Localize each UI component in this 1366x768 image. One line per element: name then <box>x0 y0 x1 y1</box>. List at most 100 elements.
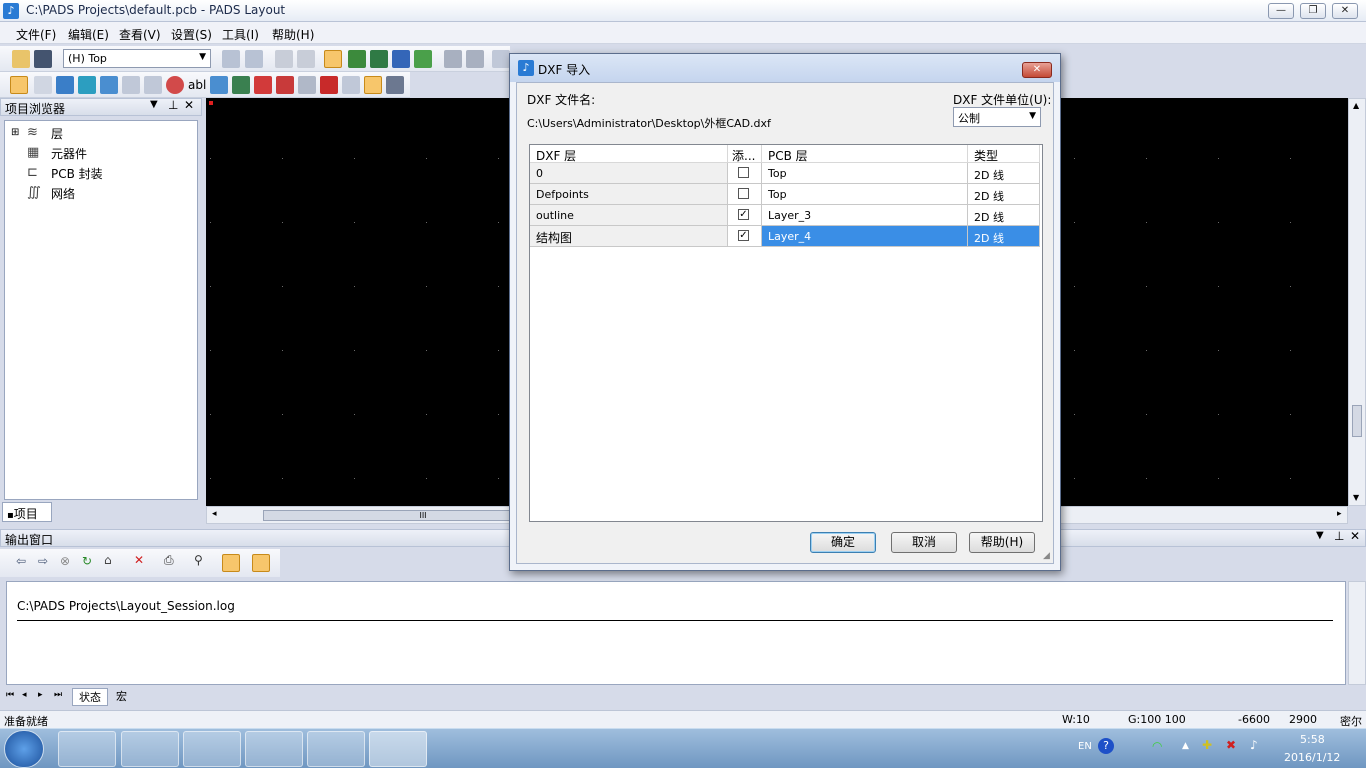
paint-taskbar-icon[interactable] <box>307 731 365 767</box>
col-dxf-layer[interactable]: DXF 层 <box>530 145 728 163</box>
row-1-pcb[interactable]: Top <box>762 184 968 205</box>
select-union-icon[interactable] <box>320 76 338 94</box>
explorer-taskbar-icon[interactable] <box>58 731 116 767</box>
scroll-right-icon[interactable]: ▸ <box>1337 509 1342 519</box>
row-3-pcb[interactable]: Layer_4 <box>762 226 968 247</box>
save-icon[interactable] <box>34 50 52 68</box>
expand-icon[interactable]: ⊞ <box>11 127 19 138</box>
select-error-icon[interactable] <box>254 76 272 94</box>
output-scrollbar[interactable] <box>1348 581 1366 685</box>
drafting-toolbar-icon[interactable] <box>348 50 366 68</box>
home-icon[interactable]: ⌂ <box>104 553 112 567</box>
dialog-close-button[interactable]: ✕ <box>1022 62 1052 78</box>
select-layer-icon[interactable] <box>56 76 74 94</box>
arrow-left-icon[interactable]: ⇦ <box>16 554 26 568</box>
select-cluster-icon[interactable] <box>298 76 316 94</box>
vertical-scrollbar[interactable]: ▲ ▼ <box>1348 98 1366 506</box>
tree-item-components[interactable]: 元器件 <box>51 145 87 162</box>
menu-file[interactable]: 文件(F) <box>16 26 56 43</box>
tab-project[interactable]: ▪项目 <box>2 502 52 522</box>
tree-item-nets[interactable]: 网络 <box>51 185 75 202</box>
volume-icon[interactable]: ♪ <box>1250 738 1258 752</box>
row-3-type[interactable]: 2D 线 <box>968 226 1040 247</box>
select-anything-icon[interactable] <box>364 76 382 94</box>
zoom-icon[interactable] <box>492 50 510 68</box>
scroll-down-icon[interactable]: ▼ <box>1353 493 1359 502</box>
close-button[interactable]: ✕ <box>1332 3 1358 19</box>
clock-time[interactable]: 5:58 <box>1300 733 1325 746</box>
print-icon[interactable]: ⎙ <box>164 553 174 568</box>
prev-tab-icon[interactable]: ◂ <box>22 690 27 700</box>
cancel-button[interactable]: 取消 <box>891 532 957 553</box>
chevron-down-icon[interactable]: ▼ <box>150 99 158 110</box>
row-0-checkbox[interactable] <box>738 167 749 178</box>
select-via-icon[interactable] <box>122 76 140 94</box>
redo-icon[interactable] <box>466 50 484 68</box>
menu-help[interactable]: 帮助(H) <box>272 26 314 43</box>
unlock-icon[interactable] <box>297 50 315 68</box>
network-error-icon[interactable]: ✖ <box>1226 738 1236 752</box>
layout-editor-taskbar-icon[interactable] <box>245 731 303 767</box>
layer-select[interactable]: (H) Top ▼ <box>63 49 211 68</box>
undo-icon[interactable] <box>444 50 462 68</box>
stop-icon[interactable]: ⊗ <box>60 554 70 568</box>
select-drill-icon[interactable] <box>342 76 360 94</box>
input-language[interactable]: EN <box>1078 741 1092 752</box>
row-1-type[interactable]: 2D 线 <box>968 184 1040 205</box>
select-component-icon[interactable] <box>34 76 52 94</box>
first-tab-icon[interactable]: ⏮ <box>6 690 14 700</box>
redraw-icon[interactable] <box>245 50 263 68</box>
pads-taskbar-icon[interactable] <box>369 731 427 767</box>
row-0-type[interactable]: 2D 线 <box>968 163 1040 184</box>
select-pin-icon[interactable] <box>100 76 118 94</box>
tree-item-layers[interactable]: 层 <box>51 125 63 142</box>
row-1-checkbox[interactable] <box>738 188 749 199</box>
row-0-pcb[interactable]: Top <box>762 163 968 184</box>
vertical-scroll-thumb[interactable] <box>1352 405 1362 437</box>
menu-edit[interactable]: 编辑(E) <box>68 26 109 43</box>
uc-browser-taskbar-icon[interactable] <box>121 731 179 767</box>
tray-expand-icon[interactable]: ▲ <box>1182 741 1189 751</box>
minimize-button[interactable]: — <box>1268 3 1294 19</box>
select-tie-icon[interactable] <box>276 76 294 94</box>
col-add[interactable]: 添... <box>728 145 762 163</box>
restore-button[interactable]: ❐ <box>1300 3 1326 19</box>
grid-view-icon[interactable] <box>252 554 270 572</box>
route-icon[interactable] <box>392 50 410 68</box>
select-shape-icon[interactable] <box>144 76 162 94</box>
row-2-checkbox[interactable]: ✓ <box>738 209 749 220</box>
help-icon[interactable]: ? <box>1098 738 1114 754</box>
delete-icon[interactable]: ✕ <box>134 553 144 567</box>
ok-button[interactable]: 确定 <box>810 532 876 553</box>
unit-select[interactable]: 公制 ▼ <box>953 107 1041 127</box>
find-icon[interactable]: ⚲ <box>194 553 203 567</box>
resize-grip-icon[interactable]: ◢ <box>1043 551 1050 561</box>
lock-icon[interactable] <box>275 50 293 68</box>
row-2-pcb[interactable]: Layer_3 <box>762 205 968 226</box>
row-3-checkbox[interactable]: ✓ <box>738 230 749 241</box>
help-button[interactable]: 帮助(H) <box>969 532 1035 553</box>
select-list-icon[interactable] <box>386 76 404 94</box>
clock-date[interactable]: 2016/1/12 <box>1284 751 1340 764</box>
row-2-type[interactable]: 2D 线 <box>968 205 1040 226</box>
plus-icon[interactable]: ✚ <box>1202 738 1212 752</box>
tree-item-pcb-footprints[interactable]: PCB 封装 <box>51 165 103 182</box>
pin-icon[interactable]: ⊥ <box>168 98 178 112</box>
menu-setup[interactable]: 设置(S) <box>171 26 212 43</box>
arrow-right-icon[interactable]: ⇨ <box>38 554 48 568</box>
select-net-icon[interactable] <box>78 76 96 94</box>
last-tab-icon[interactable]: ⏭ <box>54 690 62 700</box>
edit-icon[interactable] <box>222 554 240 572</box>
ecoll-icon[interactable] <box>414 50 432 68</box>
no-select-icon[interactable] <box>166 76 184 94</box>
start-button[interactable] <box>4 730 44 768</box>
chevron-down-icon[interactable]: ▼ <box>1316 530 1324 541</box>
dimension-icon[interactable] <box>370 50 388 68</box>
scroll-up-icon[interactable]: ▲ <box>1353 101 1359 110</box>
refresh-icon[interactable]: ↻ <box>82 554 92 568</box>
text-select-icon[interactable]: abl <box>188 76 206 94</box>
tab-macro[interactable]: 宏 <box>110 688 133 704</box>
wifi-icon[interactable]: ◠ <box>1152 739 1162 753</box>
close-icon[interactable]: ✕ <box>1350 529 1360 543</box>
col-pcb-layer[interactable]: PCB 层 <box>762 145 968 163</box>
